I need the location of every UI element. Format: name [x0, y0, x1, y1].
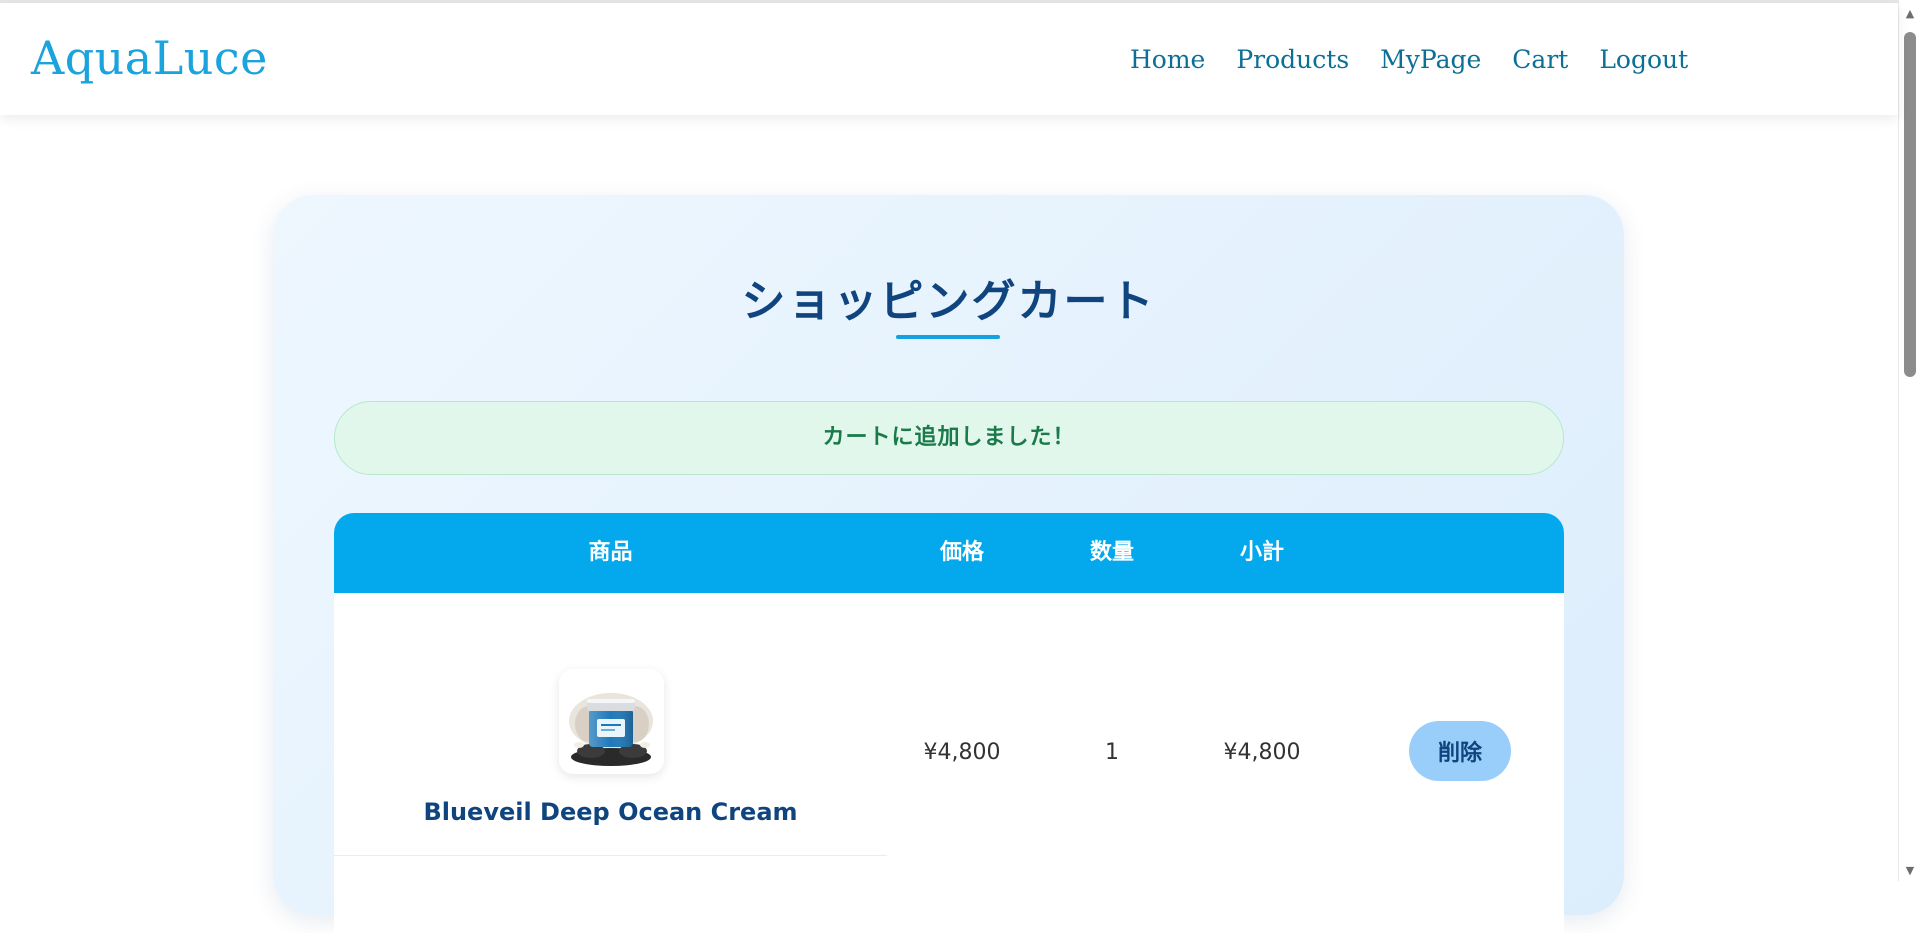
site-logo[interactable]: AquaLuce — [31, 31, 268, 85]
table-header-row: 商品 価格 数量 小計 — [334, 513, 1564, 593]
delete-button[interactable]: 削除 — [1409, 721, 1511, 781]
column-header-price: 価格 — [939, 540, 984, 565]
product-name-link[interactable]: Blueveil Deep Ocean Cream — [334, 798, 887, 826]
scroll-up-arrow-icon[interactable]: ▲ — [1904, 8, 1916, 20]
title-underline — [896, 335, 1000, 339]
column-header-product: 商品 — [588, 540, 633, 565]
vertical-scrollbar[interactable]: ▲ ▼ — [1898, 0, 1920, 881]
cart-table: 商品 価格 数量 小計 Blueveil Deep Ocean Cream ¥4… — [334, 513, 1564, 933]
table-row: Blueveil Deep Ocean Cream ¥4,800 1 ¥4,80… — [334, 593, 1564, 856]
item-quantity: 1 — [1105, 740, 1119, 765]
nav-logout-link[interactable]: Logout — [1599, 45, 1688, 74]
success-alert: カートに追加しました！ — [334, 401, 1564, 475]
item-price: ¥4,800 — [923, 740, 1001, 765]
cream-jar-image[interactable] — [559, 669, 664, 774]
main-nav: Home Products MyPage Cart Logout — [1130, 45, 1688, 74]
column-header-quantity: 数量 — [1089, 540, 1134, 565]
scroll-down-arrow-icon[interactable]: ▼ — [1904, 865, 1916, 877]
nav-home-link[interactable]: Home — [1130, 45, 1205, 74]
cream-jar-icon — [569, 693, 653, 766]
scrollbar-thumb[interactable] — [1904, 32, 1916, 377]
page-title: ショッピングカート — [741, 276, 1156, 327]
cart-panel: ショッピングカート カートに追加しました！ 商品 価格 数量 小計 Blueve… — [273, 195, 1624, 933]
nav-mypage-link[interactable]: MyPage — [1380, 45, 1481, 74]
item-subtotal: ¥4,800 — [1223, 740, 1301, 765]
nav-cart-link[interactable]: Cart — [1512, 45, 1568, 74]
column-header-subtotal: 小計 — [1239, 540, 1284, 565]
nav-products-link[interactable]: Products — [1236, 45, 1349, 74]
site-header: AquaLuce Home Products MyPage Cart Logou… — [0, 3, 1898, 115]
product-cell: Blueveil Deep Ocean Cream — [334, 593, 887, 856]
